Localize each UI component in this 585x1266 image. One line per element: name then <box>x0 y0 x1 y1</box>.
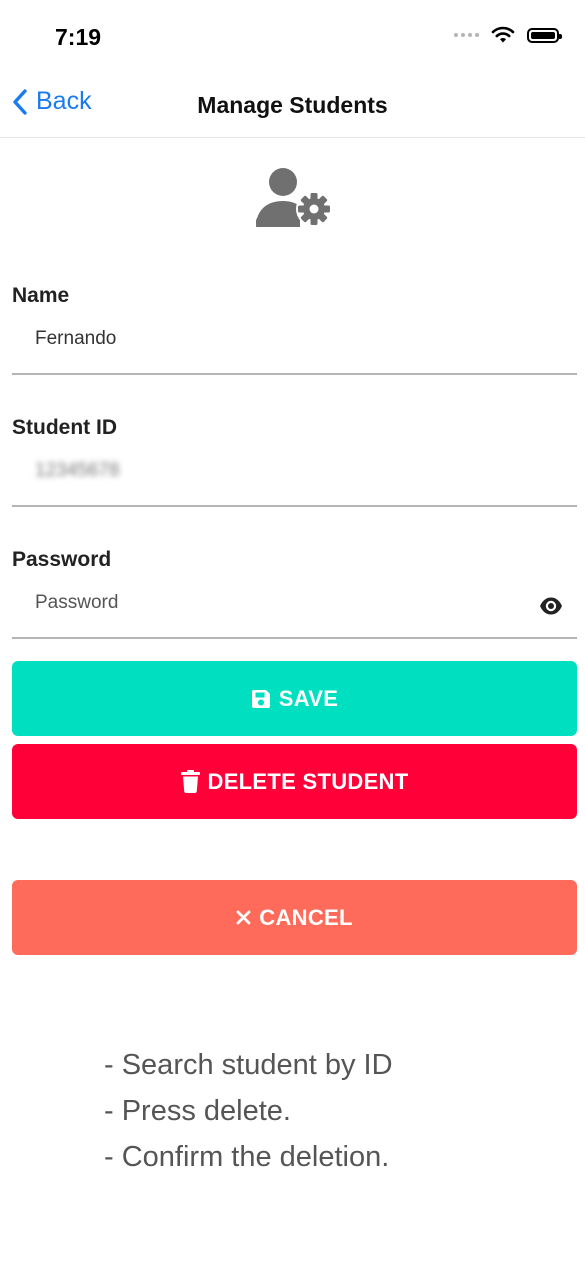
signal-icon <box>454 33 479 37</box>
close-icon <box>236 910 251 925</box>
cancel-label: CANCEL <box>259 904 353 930</box>
password-placeholder: Password <box>35 592 119 613</box>
back-button[interactable]: Back <box>12 87 92 116</box>
user-settings-icon <box>256 168 332 227</box>
save-icon <box>251 689 270 708</box>
battery-icon <box>527 27 562 43</box>
eye-icon[interactable] <box>539 596 563 616</box>
wifi-icon <box>491 26 515 43</box>
instruction-line: - Press delete. <box>104 1095 291 1127</box>
status-bar: 7:19 <box>0 0 585 76</box>
back-label: Back <box>36 87 92 115</box>
delete-student-button[interactable]: DELETE STUDENT <box>12 744 577 819</box>
back-chevron-icon <box>13 88 27 115</box>
instruction-line: - Search student by ID <box>104 1049 393 1081</box>
cancel-button[interactable]: CANCEL <box>12 880 577 955</box>
student-id-label: Student ID <box>12 416 117 439</box>
status-time: 7:19 <box>55 24 102 50</box>
name-label: Name <box>12 284 70 307</box>
trash-icon <box>180 770 200 793</box>
student-id-field[interactable]: 12345678 <box>12 447 577 507</box>
password-label: Password <box>12 548 112 571</box>
name-value: Fernando <box>35 328 117 349</box>
save-label: SAVE <box>278 685 339 711</box>
password-field[interactable]: Password <box>12 579 577 639</box>
instruction-line: - Confirm the deletion. <box>104 1141 390 1173</box>
instructions: - Search student by ID - Press delete. -… <box>104 1042 393 1180</box>
student-id-value: 12345678 <box>35 460 120 481</box>
delete-label: DELETE STUDENT <box>207 768 409 794</box>
status-icons <box>454 26 562 44</box>
name-field[interactable]: Fernando <box>12 315 577 375</box>
navigation-bar: Back Manage Students <box>0 76 585 138</box>
save-button[interactable]: SAVE <box>12 661 577 736</box>
